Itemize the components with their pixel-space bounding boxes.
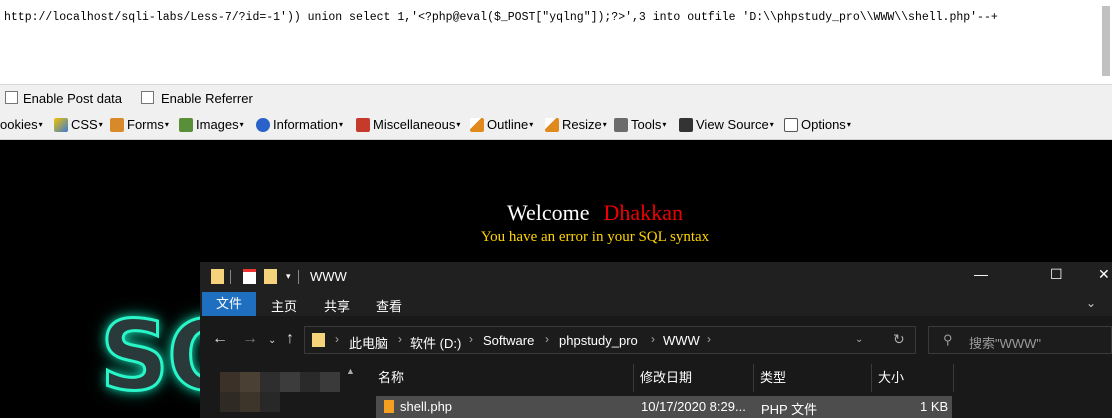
misc-icon: [356, 117, 370, 132]
miscellaneous-menu[interactable]: Miscellaneous ▾: [356, 117, 460, 132]
crumb-phpstudy-pro[interactable]: phpstudy_pro: [559, 333, 638, 348]
css-icon: [54, 117, 68, 132]
referrer-label[interactable]: Enable Referrer: [161, 91, 253, 106]
file-type: PHP 文件: [761, 402, 818, 417]
forward-arrow-icon[interactable]: →: [242, 330, 258, 348]
column-type[interactable]: 类型: [754, 364, 872, 392]
tab-file[interactable]: 文件: [202, 292, 257, 316]
back-arrow-icon[interactable]: ←: [212, 330, 228, 348]
css-menu[interactable]: CSS ▾: [54, 117, 103, 132]
information-menu[interactable]: Information ▾: [256, 117, 343, 132]
url-text[interactable]: http://localhost/sqli-labs/Less-7/?id=-1…: [4, 11, 998, 24]
scroll-up-icon[interactable]: ▲: [346, 366, 355, 376]
folder-icon: [211, 269, 224, 284]
tab-home[interactable]: 主页: [271, 296, 297, 315]
customize-toolbar-icon[interactable]: ▾: [286, 271, 291, 282]
properties-icon[interactable]: [243, 269, 256, 284]
chevron-right-icon[interactable]: ›: [398, 332, 402, 346]
tab-view[interactable]: 查看: [376, 296, 402, 315]
folder-icon: [312, 333, 325, 347]
post-data-label[interactable]: Enable Post data: [23, 91, 122, 106]
scrollbar[interactable]: [1102, 6, 1110, 76]
chevron-right-icon[interactable]: ›: [335, 332, 339, 346]
options-row: Enable Post data Enable Referrer: [0, 85, 1112, 112]
php-file-icon: [384, 400, 394, 413]
recent-chevron-icon[interactable]: ⌄: [268, 335, 276, 346]
pencil-icon: [470, 117, 484, 132]
chevron-right-icon[interactable]: ›: [545, 332, 549, 346]
new-folder-icon[interactable]: [264, 269, 277, 284]
view-source-icon: [679, 117, 693, 132]
maximize-icon[interactable]: ☐: [1050, 266, 1063, 283]
sql-error-message: You have an error in your SQL syntax: [480, 229, 710, 245]
crumb-this-pc[interactable]: 此电脑: [349, 333, 388, 352]
cookies-menu[interactable]: ookies ▾: [0, 117, 43, 132]
file-row[interactable]: shell.php 10/17/2020 8:29... PHP 文件 1 KB: [376, 396, 952, 418]
search-placeholder: 搜索"WWW": [969, 336, 1042, 351]
post-data-checkbox[interactable]: [5, 91, 18, 104]
close-icon[interactable]: ✕: [1098, 266, 1110, 283]
welcome-heading: Welcome Dhakkan: [0, 200, 1112, 226]
tab-share[interactable]: 共享: [324, 296, 350, 315]
crumb-drive-d[interactable]: 软件 (D:): [410, 333, 461, 352]
address-bar[interactable]: › 此电脑 › 软件 (D:) › Software › phpstudy_pr…: [304, 326, 916, 354]
resize-icon: [545, 117, 559, 132]
chevron-right-icon[interactable]: ›: [651, 332, 655, 346]
crumb-www[interactable]: WWW: [663, 333, 700, 348]
window-title: WWW: [310, 269, 347, 284]
referrer-checkbox[interactable]: [141, 91, 154, 104]
chevron-right-icon[interactable]: ›: [707, 332, 711, 346]
navigation-pane: ▲: [200, 362, 360, 418]
title-bar: ▾ WWW — ☐ ✕: [200, 262, 1112, 292]
search-icon: ⚲: [943, 332, 953, 347]
url-textarea[interactable]: http://localhost/sqli-labs/Less-7/?id=-1…: [0, 0, 1112, 85]
welcome-text: Welcome: [507, 200, 590, 225]
file-name: shell.php: [400, 399, 453, 414]
tools-menu[interactable]: Tools ▾: [614, 117, 666, 132]
images-icon: [179, 117, 193, 132]
tools-icon: [614, 117, 628, 132]
user-name: Dhakkan: [603, 200, 683, 225]
history-dropdown-icon[interactable]: ⌄: [855, 334, 863, 345]
minimize-icon[interactable]: —: [974, 266, 988, 282]
refresh-icon[interactable]: ↻: [893, 331, 905, 348]
developer-toolbar: ookies ▾ CSS ▾ Forms ▾ Images ▾ Information ▾…: [0, 112, 1112, 140]
address-bar-row: ← → ⌄ ↑ › 此电脑 › 软件 (D:) › Software › php…: [200, 316, 1112, 362]
view-source-menu[interactable]: View Source ▾: [679, 117, 774, 132]
column-date-modified[interactable]: 修改日期: [634, 364, 754, 392]
chevron-down-icon[interactable]: ⌄: [1086, 296, 1096, 310]
up-arrow-icon[interactable]: ↑: [286, 330, 294, 348]
chevron-right-icon[interactable]: ›: [469, 332, 473, 346]
file-date: 10/17/2020 8:29...: [641, 399, 746, 414]
outline-menu[interactable]: Outline ▾: [470, 117, 533, 132]
options-icon: [784, 117, 798, 132]
search-input[interactable]: ⚲ 搜索"WWW": [928, 326, 1112, 354]
forms-icon: [110, 117, 124, 132]
file-explorer-window: ▾ WWW — ☐ ✕ 文件 主页 共享 查看 ⌄ ← → ⌄ ↑ › 此电脑 …: [200, 262, 1112, 418]
crumb-software[interactable]: Software: [483, 333, 534, 348]
images-menu[interactable]: Images ▾: [179, 117, 244, 132]
column-name[interactable]: 名称: [372, 364, 634, 392]
ribbon-tabs: 文件 主页 共享 查看 ⌄: [200, 292, 1112, 316]
file-size: 1 KB: [920, 399, 949, 414]
options-menu[interactable]: Options ▾: [784, 117, 851, 132]
resize-menu[interactable]: Resize ▾: [545, 117, 607, 132]
forms-menu[interactable]: Forms ▾: [110, 117, 169, 132]
column-size[interactable]: 大小: [872, 364, 954, 392]
info-icon: [256, 117, 270, 132]
